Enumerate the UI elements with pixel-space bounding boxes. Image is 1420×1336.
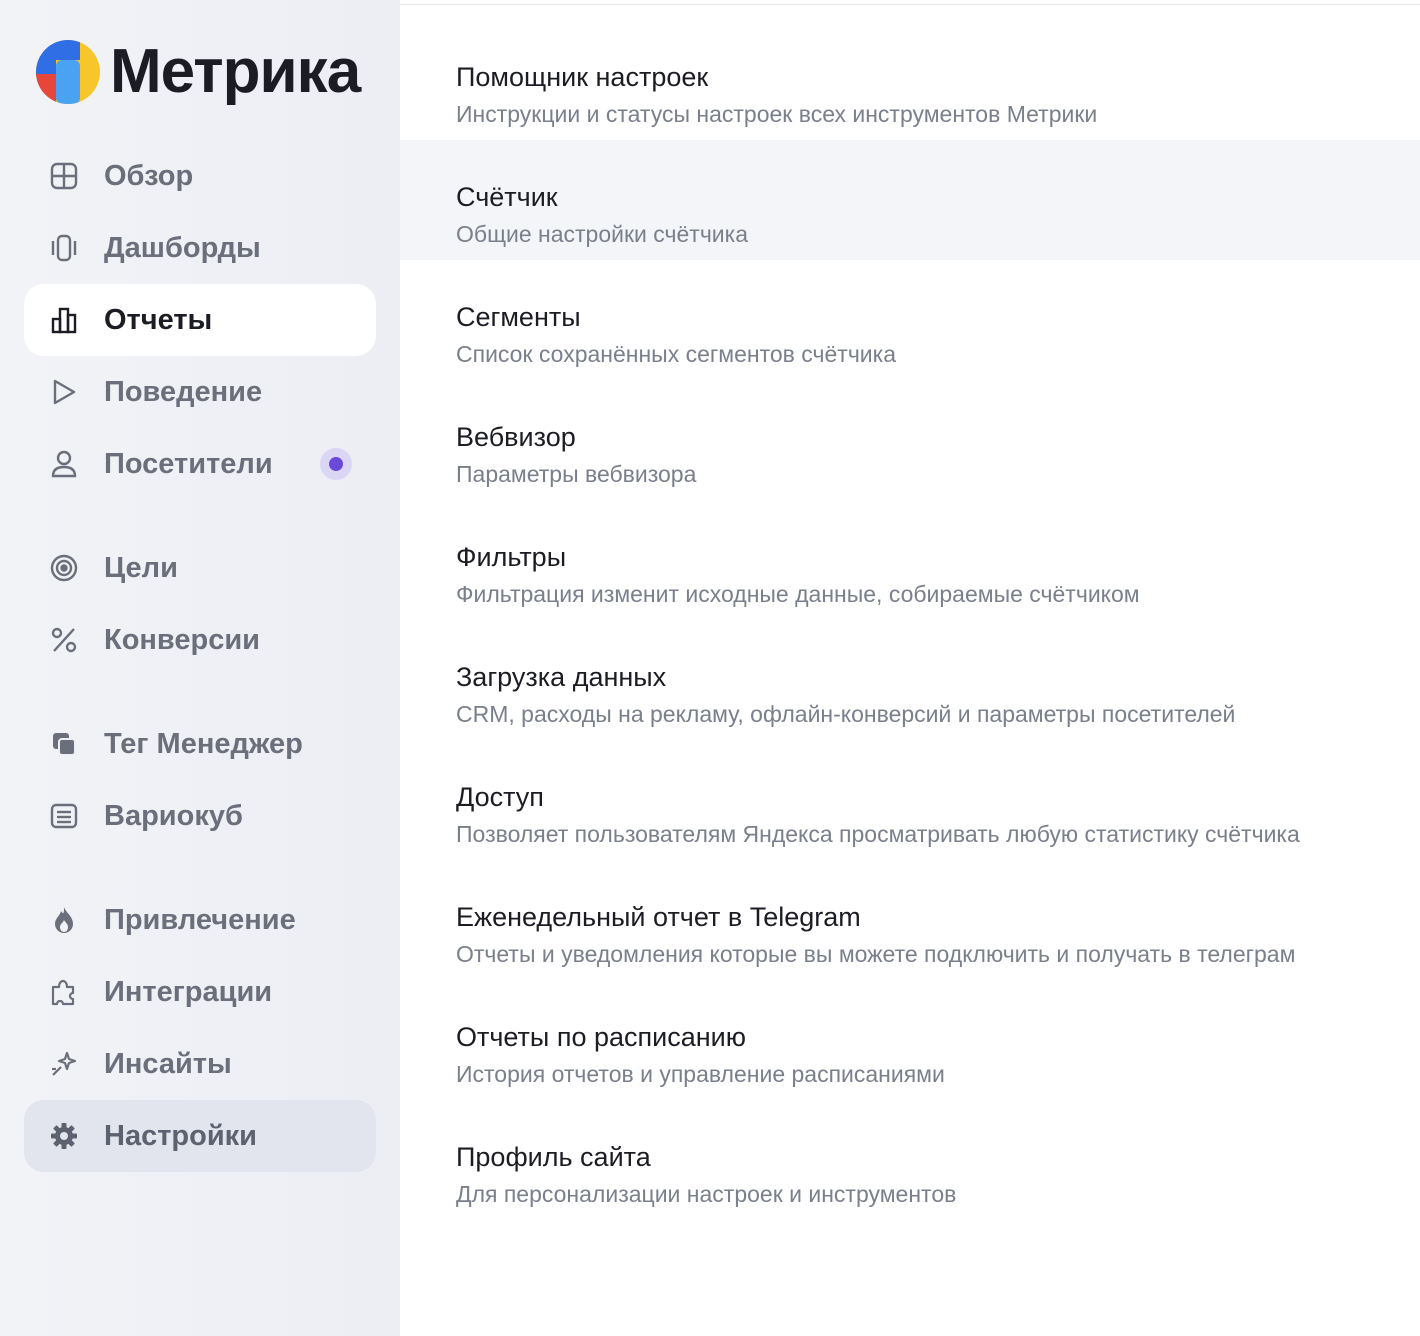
settings-item-subtitle: Инструкции и статусы настроек всех инстр… — [456, 101, 1098, 127]
flame-icon — [48, 904, 80, 936]
settings-item-title: Отчеты по расписанию — [456, 1022, 746, 1052]
settings-item-counter[interactable]: Счётчик Общие настройки счётчика — [400, 140, 1420, 260]
user-icon — [48, 448, 80, 480]
sidebar-item-tag-manager[interactable]: Тег Менеджер — [24, 708, 376, 780]
settings-item-subtitle: Список сохранённых сегментов счётчика — [456, 341, 897, 367]
sidebar-item-behavior[interactable]: Поведение — [24, 356, 376, 428]
metrika-logo-icon — [36, 40, 100, 104]
settings-item-subtitle: Позволяет пользователям Яндекса просматр… — [456, 821, 1300, 847]
sidebar: Метрика Обзор Дашборды Отчеты Поведение … — [0, 0, 400, 1336]
settings-item-data-upload[interactable]: Загрузка данных CRM, расходы на рекламу,… — [400, 620, 1420, 740]
sidebar-item-label: Посетители — [104, 447, 273, 480]
puzzle-icon — [48, 976, 80, 1008]
target-icon — [48, 552, 80, 584]
sidebar-item-label: Привлечение — [104, 903, 296, 936]
settings-item-subtitle: Общие настройки счётчика — [456, 221, 749, 247]
sidebar-item-conversions[interactable]: Конверсии — [24, 604, 376, 676]
settings-item-telegram-report[interactable]: Еженедельный отчет в Telegram Отчеты и у… — [400, 860, 1420, 980]
settings-item-title: Еженедельный отчет в Telegram — [456, 902, 861, 932]
sidebar-item-label: Настройки — [104, 1119, 258, 1152]
settings-item-title: Фильтры — [456, 542, 567, 572]
settings-item-subtitle: Фильтрация изменит исходные данные, соби… — [456, 581, 1140, 607]
logo[interactable]: Метрика — [36, 37, 361, 106]
logo-text: Метрика — [110, 37, 361, 106]
settings-item-access[interactable]: Доступ Позволяет пользователям Яндекса п… — [400, 740, 1420, 860]
settings-item-title: Профиль сайта — [456, 1142, 651, 1172]
sidebar-item-label: Поведение — [104, 375, 263, 408]
gear-icon — [48, 1120, 80, 1152]
sidebar-item-visitors[interactable]: Посетители — [24, 428, 376, 500]
sidebar-item-label: Тег Менеджер — [104, 727, 303, 760]
settings-item-title: Счётчик — [456, 182, 558, 212]
percent-icon — [48, 624, 80, 656]
sidebar-item-label: Конверсии — [104, 623, 261, 656]
settings-item-subtitle: CRM, расходы на рекламу, офлайн-конверси… — [456, 701, 1236, 727]
settings-item-setup-assistant[interactable]: Помощник настроек Инструкции и статусы н… — [400, 20, 1420, 140]
badge-dot — [329, 457, 343, 471]
settings-item-title: Доступ — [456, 782, 544, 812]
settings-item-segments[interactable]: Сегменты Список сохранённых сегментов сч… — [400, 260, 1420, 380]
dashboards-icon — [48, 232, 80, 264]
sidebar-item-dashboards[interactable]: Дашборды — [24, 212, 376, 284]
sidebar-item-label: Отчеты — [104, 303, 213, 336]
sidebar-item-goals[interactable]: Цели — [24, 532, 376, 604]
sparkle-icon — [48, 1048, 80, 1080]
settings-item-webvisor[interactable]: Вебвизор Параметры вебвизора — [400, 380, 1420, 500]
sidebar-item-label: Интеграции — [104, 975, 273, 1008]
tag-manager-icon — [48, 728, 80, 760]
sidebar-item-acquisition[interactable]: Привлечение — [24, 884, 376, 956]
sidebar-item-label: Инсайты — [104, 1047, 232, 1080]
variocube-icon — [48, 800, 80, 832]
settings-item-site-profile[interactable]: Профиль сайта Для персонализации настрое… — [400, 1100, 1420, 1220]
settings-item-title: Сегменты — [456, 302, 581, 332]
settings-item-title: Загрузка данных — [456, 662, 667, 692]
settings-list: Помощник настроек Инструкции и статусы н… — [400, 5, 1420, 1336]
notification-badge — [320, 448, 352, 480]
settings-item-scheduled-reports[interactable]: Отчеты по расписанию История отчетов и у… — [400, 980, 1420, 1100]
settings-item-title: Помощник настроек — [456, 62, 709, 92]
settings-item-title: Вебвизор — [456, 422, 576, 452]
grid-icon — [48, 160, 80, 192]
sidebar-item-label: Цели — [104, 551, 178, 584]
sidebar-item-overview[interactable]: Обзор — [24, 140, 376, 212]
settings-item-subtitle: История отчетов и управление расписаниям… — [456, 1061, 945, 1087]
sidebar-item-insights[interactable]: Инсайты — [24, 1028, 376, 1100]
bar-chart-icon — [48, 304, 80, 336]
settings-item-subtitle: Для персонализации настроек и инструмент… — [456, 1181, 957, 1207]
sidebar-item-label: Вариокуб — [104, 799, 243, 832]
sidebar-item-variocube[interactable]: Вариокуб — [24, 780, 376, 852]
sidebar-item-integrations[interactable]: Интеграции — [24, 956, 376, 1028]
sidebar-item-label: Обзор — [104, 159, 194, 192]
sidebar-item-settings[interactable]: Настройки — [24, 1100, 376, 1172]
sidebar-item-label: Дашборды — [104, 231, 261, 264]
settings-item-subtitle: Отчеты и уведомления которые вы можете п… — [456, 941, 1296, 967]
settings-item-filters[interactable]: Фильтры Фильтрация изменит исходные данн… — [400, 500, 1420, 620]
settings-item-subtitle: Параметры вебвизора — [456, 461, 697, 487]
sidebar-item-reports[interactable]: Отчеты — [24, 284, 376, 356]
play-icon — [48, 376, 80, 408]
